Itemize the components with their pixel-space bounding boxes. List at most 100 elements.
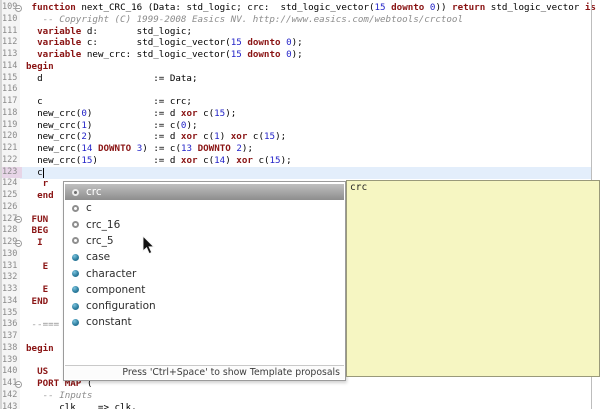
gutter-line-112: 112 [2, 37, 22, 49]
variable-proposal-icon [72, 204, 79, 212]
proposal-label: crc [86, 186, 102, 198]
line-number: 117 [2, 96, 18, 106]
gutter-line-125: 125 [2, 190, 22, 202]
proposal-label: case [86, 251, 111, 264]
gutter-line-134: 134 [2, 296, 22, 308]
proposal-item-crc_16[interactable]: crc_16 [65, 217, 344, 233]
code-line-138: begin [26, 342, 54, 354]
gutter-line-117: 117 [2, 96, 22, 108]
gutter-line-142: 142 [2, 390, 22, 402]
gutter-line-122: 122 [2, 155, 22, 167]
line-number: 133 [2, 284, 18, 294]
line-number: 121 [2, 143, 18, 153]
gutter-line-114: 114 [2, 61, 22, 73]
line-number: 142 [2, 389, 18, 400]
gutter-line-128: 128 [2, 225, 22, 237]
line-number: 128 [2, 225, 18, 236]
proposal-label: configuration [86, 300, 156, 313]
code-line-136: --=== [26, 319, 60, 331]
gutter-line-111: 111 [2, 26, 22, 38]
line-number: 140 [2, 366, 18, 377]
code-line-122: new_crc(15) := d xor c(14) xor c(15); [26, 154, 292, 166]
code-line-140: US [37, 366, 49, 378]
line-number: 112 [2, 37, 18, 48]
gutter-line-129: 129 [2, 237, 22, 249]
gutter-line-136: 136 [2, 319, 22, 331]
code-line-142: -- Inputs [26, 389, 93, 401]
text-caret [42, 167, 44, 178]
proposal-label: component [86, 283, 146, 296]
code-line-111: variable d: std_logic; [37, 25, 192, 37]
code-line-115: d := Data; [26, 72, 198, 84]
code-line-129: I [37, 237, 43, 248]
line-number: 129 [2, 237, 18, 247]
line-number: 141 [2, 378, 18, 388]
proposal-item-crc_5[interactable]: crc_5 [65, 233, 344, 249]
gutter-line-110: 110 [2, 14, 22, 26]
line-number: 135 [2, 307, 18, 318]
code-line-120: new_crc(2) := d xor c(1) xor c(15); [26, 131, 287, 143]
code-line-109: function next_CRC_16 (Data: std_logic; c… [31, 2, 596, 13]
line-number: 134 [2, 295, 18, 306]
gutter-line-137: 137 [2, 331, 22, 343]
variable-proposal-icon [72, 188, 79, 196]
code-line-121: new_crc(14 DOWNTO 3) := c(13 DOWNTO 2); [26, 143, 253, 154]
code-line-131: E [42, 260, 49, 272]
gutter-line-135: 135 [2, 308, 22, 320]
current-line-highlight [20, 166, 591, 179]
code-line-110: -- Copyright (C) 1999-2008 Easics NV. ht… [26, 13, 463, 25]
code-line-117: c := crc; [26, 96, 192, 107]
proposal-label: character [86, 267, 137, 280]
line-number-gutter: 1081091101111121131141151161171181191201… [0, 0, 22, 409]
line-number: 130 [2, 248, 18, 259]
code-line-127: FUN [31, 213, 49, 225]
variable-proposal-icon [72, 221, 79, 229]
proposal-item-crc[interactable]: crc [65, 184, 344, 201]
code-line-113: variable new_crc: std_logic_vector(15 do… [37, 49, 303, 60]
gutter-line-131: 131 [2, 261, 22, 273]
code-line-124: r [42, 178, 49, 190]
proposal-item-c[interactable]: c [65, 200, 344, 216]
gutter-line-130: 130 [2, 249, 22, 261]
line-number: 123 [2, 166, 18, 177]
code-line-134: END [31, 295, 49, 307]
line-number: 109 [2, 2, 18, 12]
line-number: 132 [2, 272, 18, 283]
proposal-item-constant[interactable]: constant [65, 314, 344, 330]
content-assist-popup: crc c crc_16 crc_5case character component con… [63, 181, 346, 381]
proposal-status-bar: Press 'Ctrl+Space' to show Template prop… [65, 365, 344, 379]
gutter-line-139: 139 [2, 355, 22, 367]
line-number: 115 [2, 72, 18, 83]
gutter-line-143: 143 [2, 402, 22, 409]
gutter-line-126: 126 [2, 202, 22, 214]
gutter-line-109: 109 [2, 2, 22, 14]
gutter-line-115: 115 [2, 73, 22, 85]
line-number: 119 [2, 119, 18, 130]
proposal-item-character[interactable]: character [65, 266, 344, 282]
status-text: Press 'Ctrl+Space' to show Template prop… [122, 367, 340, 378]
proposal-item-component[interactable]: component [65, 282, 344, 298]
line-number: 110 [2, 13, 18, 24]
code-line-133: E [42, 284, 49, 295]
proposal-label: c [86, 202, 92, 215]
gutter-line-123: 123 [2, 166, 22, 179]
code-line-112: variable c: std_logic_vector(15 downto 0… [37, 37, 303, 49]
keyword-proposal-icon [72, 302, 79, 310]
line-number: 137 [2, 331, 18, 341]
line-number: 120 [2, 131, 18, 142]
proposal-item-case[interactable]: case [65, 249, 344, 265]
proposal-item-configuration[interactable]: configuration [65, 298, 344, 314]
keyword-proposal-icon [72, 253, 79, 261]
line-number: 118 [2, 107, 18, 118]
line-number: 125 [2, 190, 18, 200]
line-number: 143 [2, 401, 18, 409]
gutter-line-138: 138 [2, 343, 22, 355]
keyword-proposal-icon [72, 270, 79, 277]
line-number: 116 [2, 84, 18, 95]
ide-screen: 1081091101111121131141151161171181191201… [0, 0, 600, 409]
